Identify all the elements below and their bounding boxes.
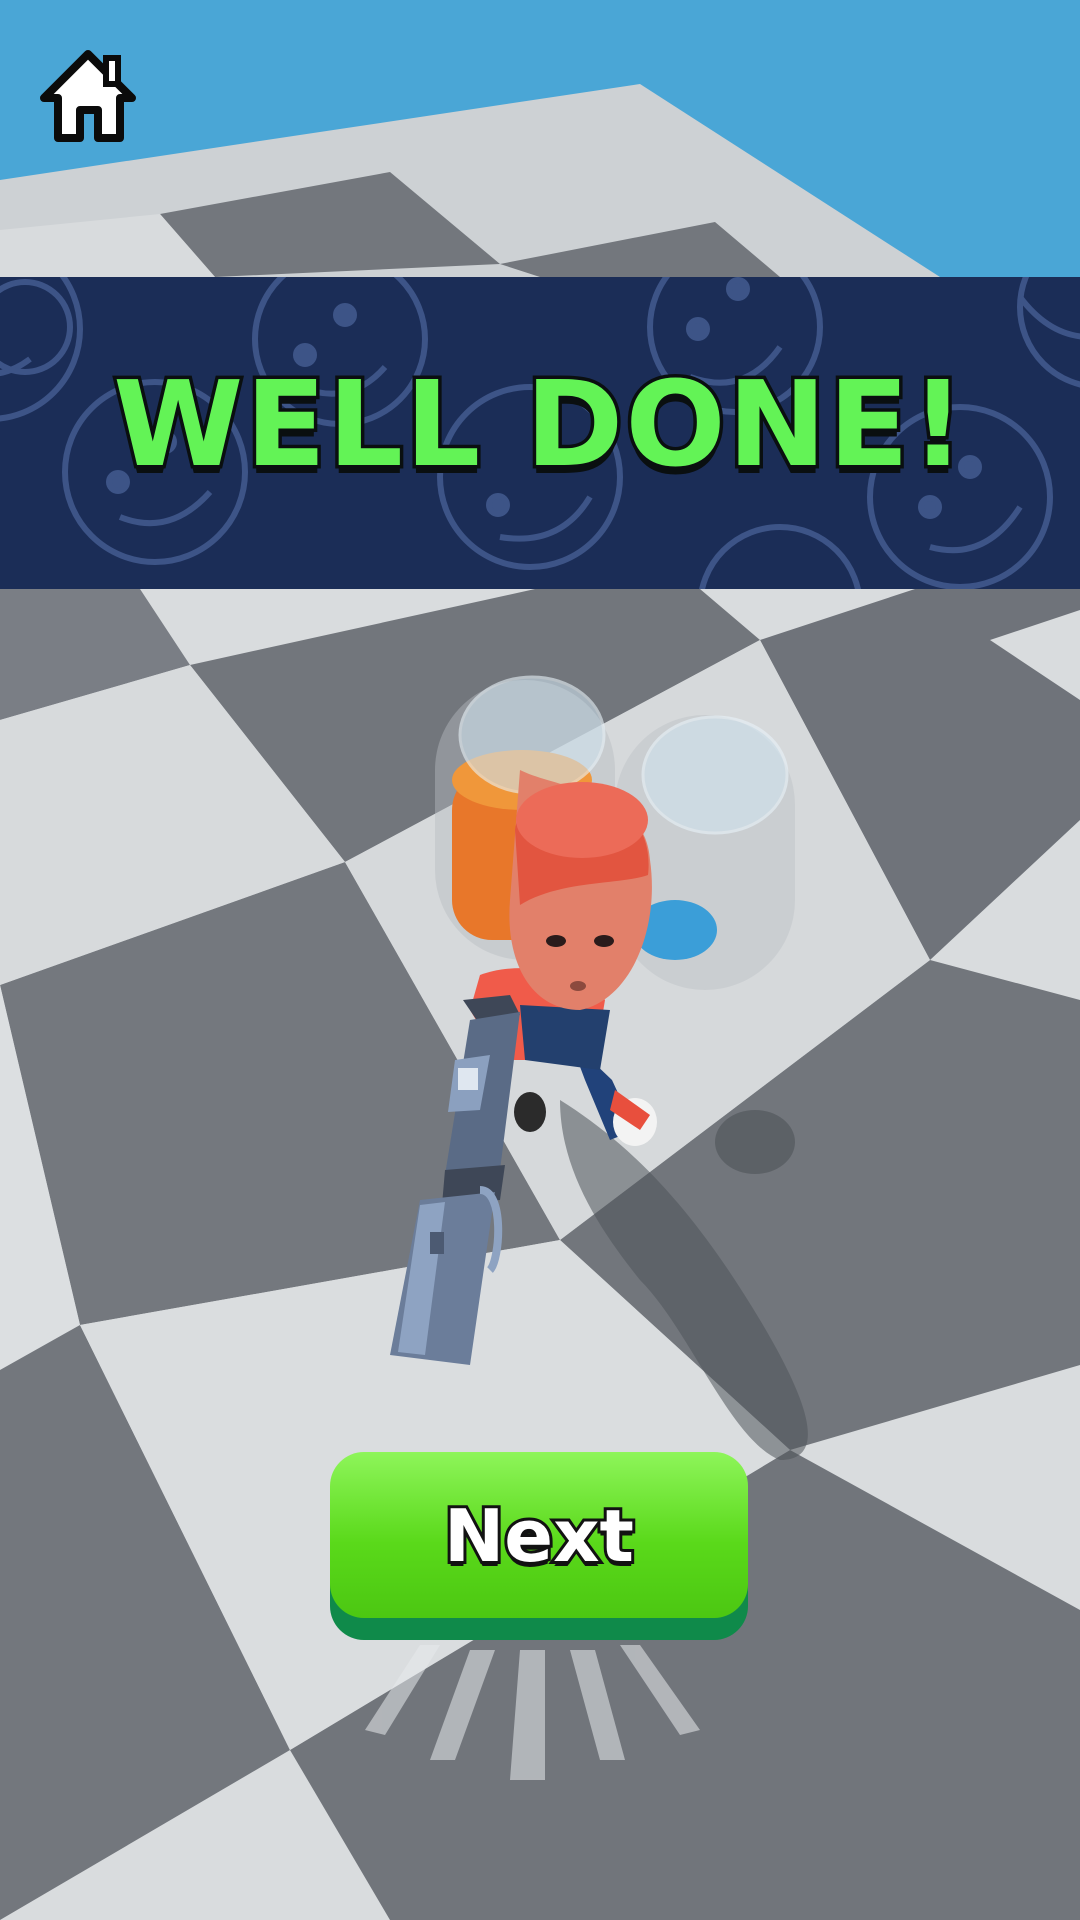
home-icon <box>40 50 136 142</box>
next-button[interactable]: Next <box>330 1452 748 1640</box>
next-button-label: Next <box>441 1491 637 1581</box>
well-done-title: WELL DONE! <box>110 352 969 497</box>
smiley-face-icon <box>698 524 862 589</box>
home-button[interactable] <box>36 44 142 146</box>
